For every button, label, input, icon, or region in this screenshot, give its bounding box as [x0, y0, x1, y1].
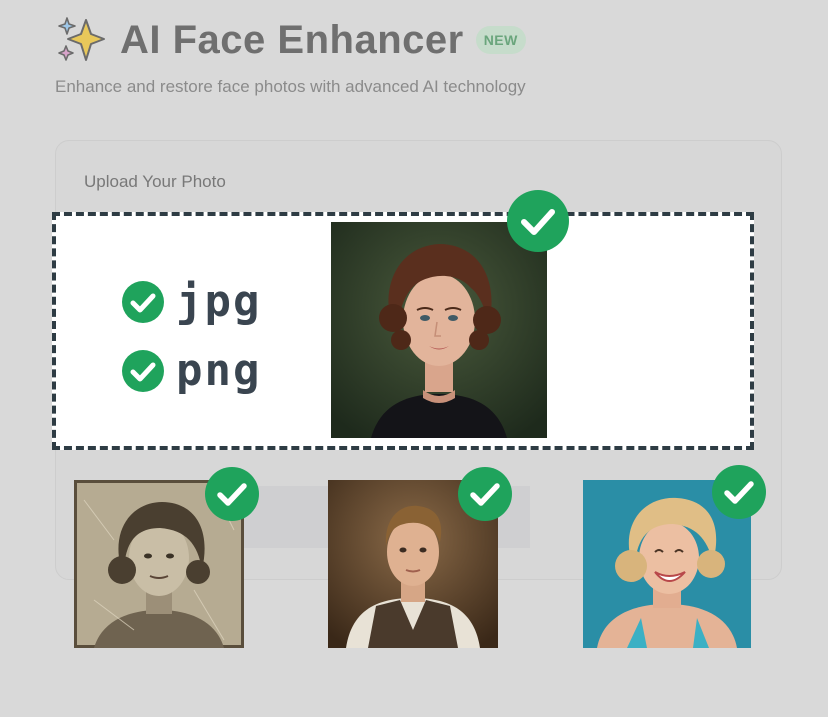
- header: AI Face Enhancer NEW: [56, 14, 526, 66]
- upload-label: Upload Your Photo: [84, 172, 226, 191]
- uploaded-photo: [331, 222, 547, 438]
- new-badge: NEW: [475, 26, 526, 54]
- format-jpg: jpg: [122, 280, 261, 324]
- sparkles-icon: [56, 14, 108, 66]
- check-circle-icon: [458, 467, 512, 521]
- check-circle-icon: [205, 467, 259, 521]
- check-circle-icon: [122, 281, 164, 323]
- format-label-jpg: jpg: [176, 276, 262, 327]
- title-row: AI Face Enhancer NEW: [56, 14, 526, 66]
- check-circle-icon: [122, 350, 164, 392]
- page-subtitle: Enhance and restore face photos with adv…: [55, 77, 526, 96]
- check-circle-icon: [712, 465, 766, 519]
- format-png: png: [122, 349, 261, 393]
- format-label-png: png: [176, 345, 262, 396]
- page-title: AI Face Enhancer: [120, 17, 464, 62]
- check-circle-icon: [507, 190, 569, 252]
